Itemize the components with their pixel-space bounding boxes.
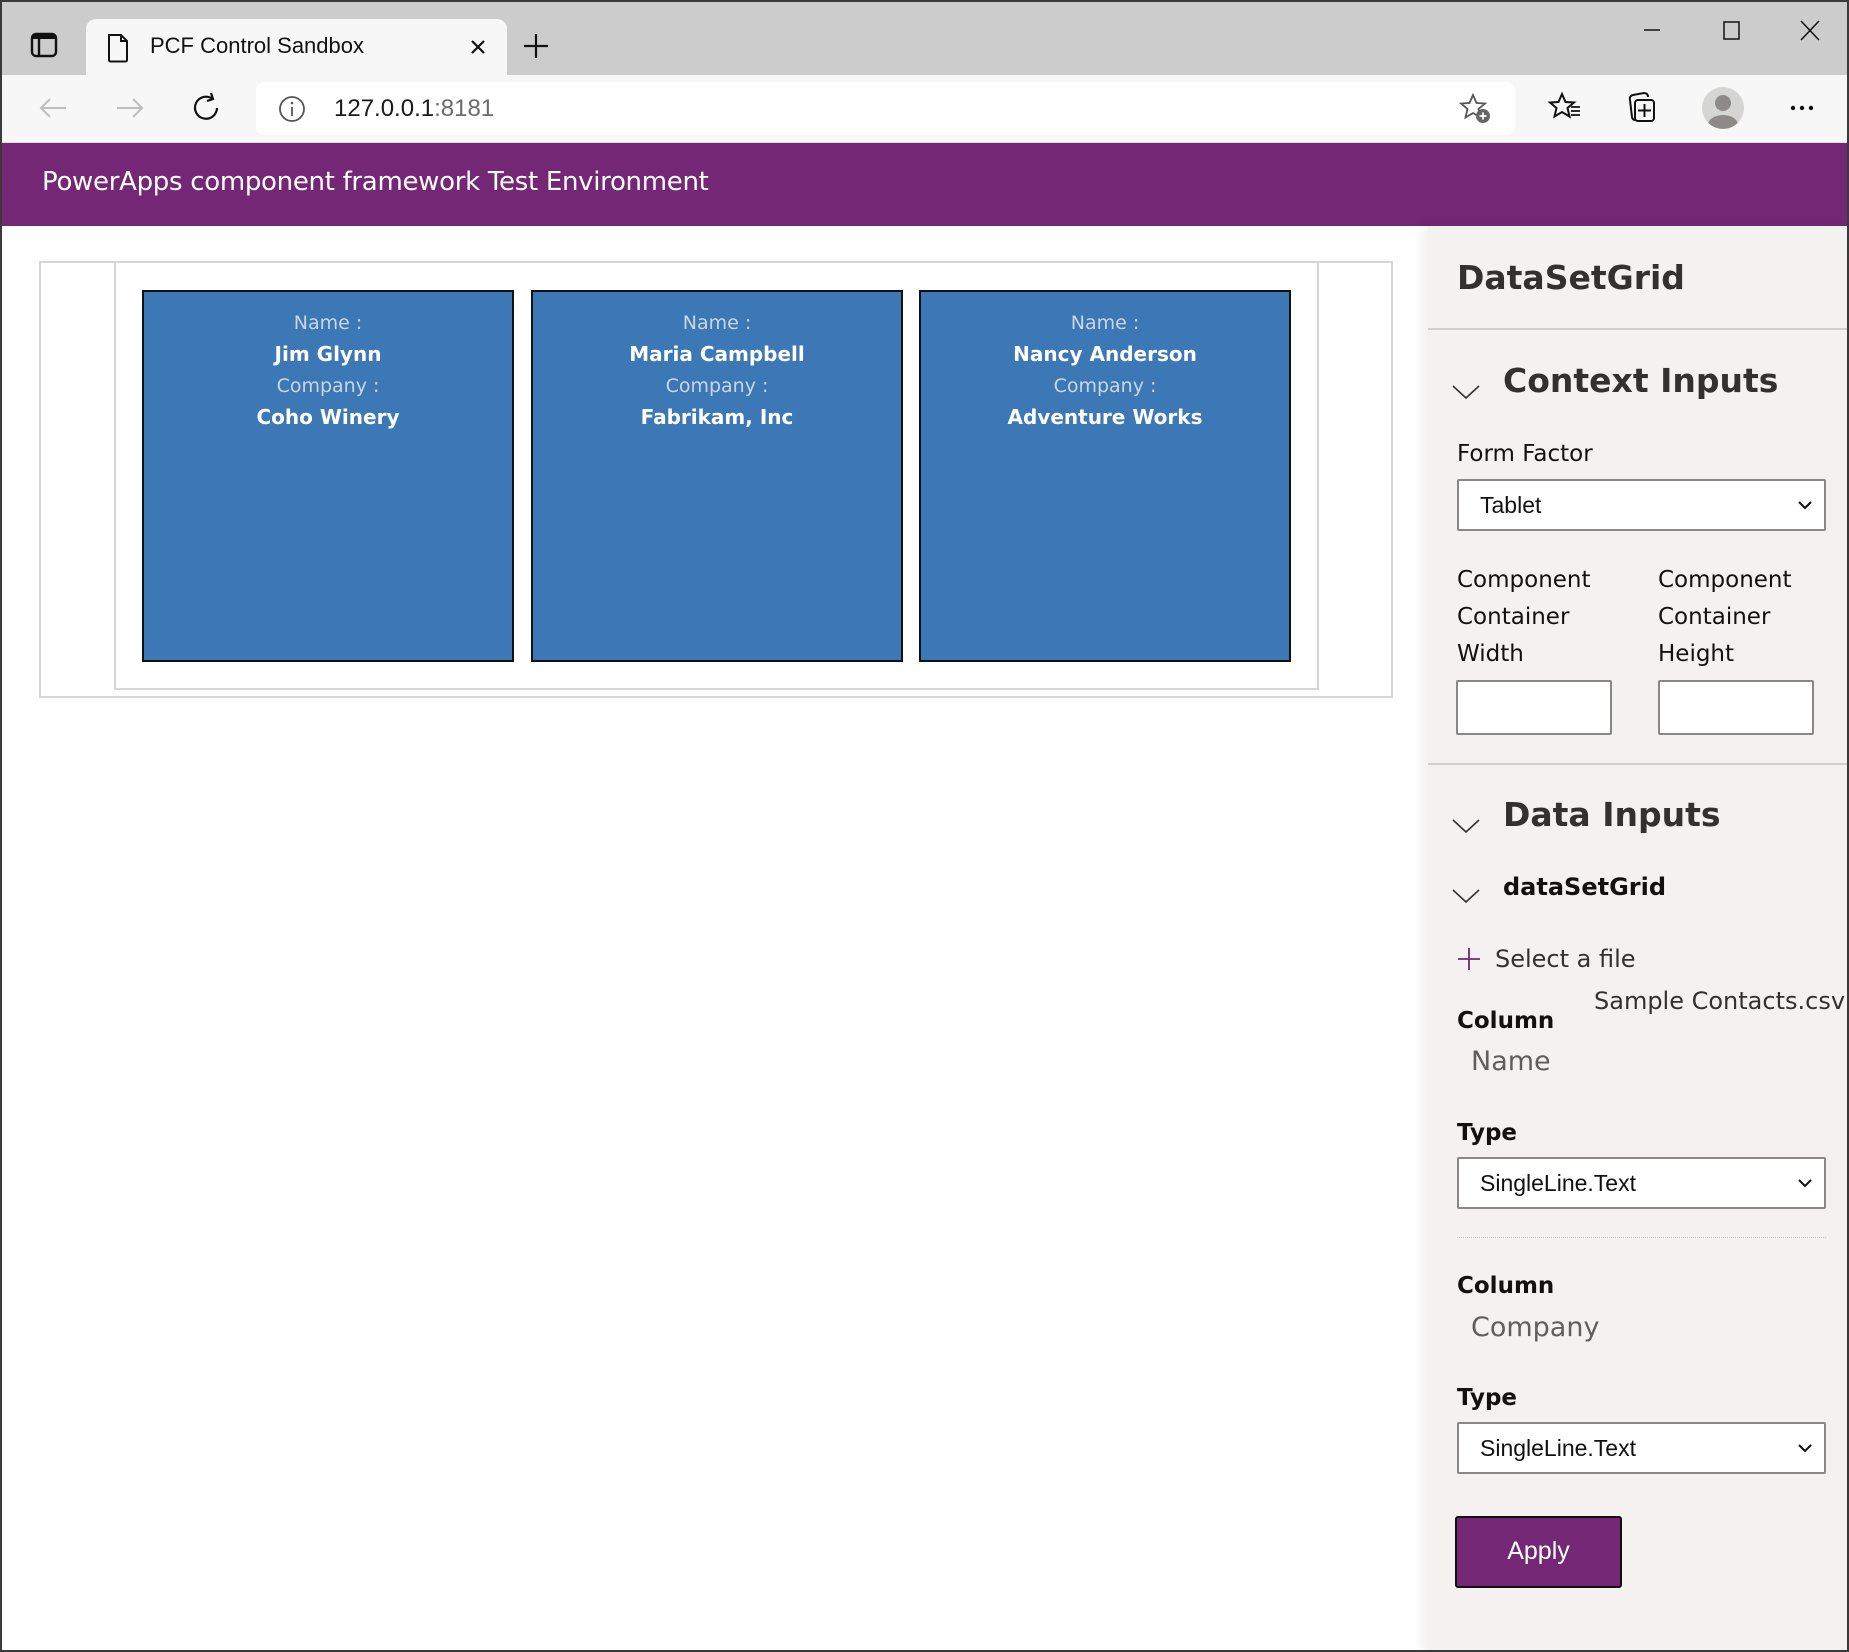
add-favorite-icon[interactable] [1458, 92, 1493, 125]
name-label: Name : [682, 312, 752, 334]
collections-icon[interactable] [1624, 90, 1660, 126]
chevron-down-icon[interactable] [1451, 383, 1481, 401]
data-inputs-heading[interactable]: Data Inputs [1503, 795, 1721, 834]
dataset-name[interactable]: dataSetGrid [1503, 873, 1666, 901]
company-label: Company : [1053, 375, 1157, 397]
more-icon[interactable] [1784, 90, 1820, 126]
context-inputs-heading[interactable]: Context Inputs [1503, 361, 1778, 400]
contact-card[interactable]: Name : Maria Campbell Company : Fabrikam… [531, 290, 903, 662]
profile-icon[interactable] [1702, 87, 1744, 129]
form-factor-label: Form Factor [1457, 441, 1593, 467]
container-width-label: Component Container Width [1457, 562, 1591, 673]
contact-card[interactable]: Name : Nancy Anderson Company : Adventur… [919, 290, 1291, 662]
type-label: Type [1457, 1385, 1518, 1411]
column-label: Column [1457, 1008, 1555, 1034]
dataset-grid-control: Name : Jim Glynn Company : Coho Winery N… [114, 263, 1319, 690]
close-window-icon[interactable] [1790, 18, 1830, 46]
chevron-down-icon [1796, 1440, 1814, 1456]
address-bar[interactable]: 127.0.0.1:8181 [256, 82, 1515, 135]
browser-toolbar: 127.0.0.1:8181 [2, 75, 1847, 143]
company-label: Company : [276, 375, 380, 397]
label-line: Component [1658, 567, 1792, 593]
label-line: Height [1658, 641, 1735, 667]
container-width-input[interactable] [1456, 680, 1612, 735]
divider [1428, 328, 1847, 330]
chevron-down-icon [1796, 1175, 1814, 1191]
minimize-icon[interactable] [1632, 18, 1672, 46]
chevron-down-icon[interactable] [1451, 817, 1481, 835]
column-company-value: Company [1471, 1312, 1600, 1343]
tab-pcf-control-sandbox[interactable]: PCF Control Sandbox [86, 19, 507, 77]
new-tab-icon[interactable] [522, 32, 550, 60]
name-label: Name : [1070, 312, 1140, 334]
name-label: Name : [293, 312, 363, 334]
label-line: Container [1457, 604, 1570, 630]
browser-window: PCF Control Sandbox 127.0.0.1:8181 Power… [0, 0, 1849, 1652]
properties-panel: DataSetGrid Context Inputs Form Factor T… [1428, 226, 1847, 1650]
divider [1428, 763, 1847, 765]
refresh-icon[interactable] [190, 91, 224, 125]
type-label: Type [1457, 1120, 1518, 1146]
container-height-label: Component Container Height [1658, 562, 1792, 673]
back-arrow-icon[interactable] [36, 91, 70, 125]
contact-company: Fabrikam, Inc [640, 405, 794, 429]
tab-strip: PCF Control Sandbox [2, 2, 1847, 77]
label-line: Container [1658, 604, 1771, 630]
url-host: 127.0.0.1 [334, 95, 435, 122]
contact-name: Maria Campbell [629, 342, 805, 366]
maximize-icon[interactable] [1711, 18, 1751, 46]
chevron-down-icon[interactable] [1451, 887, 1481, 905]
apply-button[interactable]: Apply [1455, 1516, 1622, 1588]
component-container: Name : Jim Glynn Company : Coho Winery N… [39, 261, 1393, 698]
column-type-select[interactable]: SingleLine.Text [1457, 1157, 1826, 1209]
app-title: PowerApps component framework Test Envir… [42, 167, 709, 197]
column-separator [1457, 1237, 1826, 1238]
label-line: Width [1457, 641, 1524, 667]
form-factor-select[interactable]: Tablet [1457, 479, 1826, 531]
url-port: :8181 [434, 95, 495, 122]
contact-company: Adventure Works [1007, 405, 1203, 429]
contact-card[interactable]: Name : Jim Glynn Company : Coho Winery [142, 290, 514, 662]
form-factor-value: Tablet [1480, 492, 1542, 518]
column-name-value: Name [1471, 1046, 1551, 1077]
url-text[interactable]: 127.0.0.1:8181 [334, 95, 494, 123]
label-line: Component [1457, 567, 1591, 593]
column-type-value: SingleLine.Text [1480, 1435, 1636, 1461]
contact-name: Jim Glynn [274, 342, 382, 366]
contact-company: Coho Winery [256, 405, 400, 429]
app-header: PowerApps component framework Test Envir… [2, 143, 1847, 226]
company-label: Company : [665, 375, 769, 397]
tab-title: PCF Control Sandbox [150, 33, 364, 58]
forward-arrow-icon[interactable] [113, 91, 147, 125]
panel-title: DataSetGrid [1457, 258, 1685, 297]
close-tab-icon[interactable] [465, 34, 491, 60]
container-height-input[interactable] [1658, 680, 1814, 735]
control-preview-area: Name : Jim Glynn Company : Coho Winery N… [2, 226, 1428, 1650]
select-file-label: Select a file [1495, 945, 1636, 973]
tab-actions-icon[interactable] [30, 32, 58, 58]
column-label: Column [1457, 1273, 1555, 1299]
chevron-down-icon [1796, 497, 1814, 513]
favorites-icon[interactable] [1547, 90, 1583, 126]
column-type-select[interactable]: SingleLine.Text [1457, 1422, 1826, 1474]
contact-name: Nancy Anderson [1013, 342, 1197, 366]
column-type-value: SingleLine.Text [1480, 1170, 1636, 1196]
page-icon [106, 33, 130, 63]
selected-file-name: Sample Contacts.csv [1594, 987, 1846, 1015]
add-icon [1457, 947, 1481, 971]
info-icon[interactable] [278, 95, 306, 123]
